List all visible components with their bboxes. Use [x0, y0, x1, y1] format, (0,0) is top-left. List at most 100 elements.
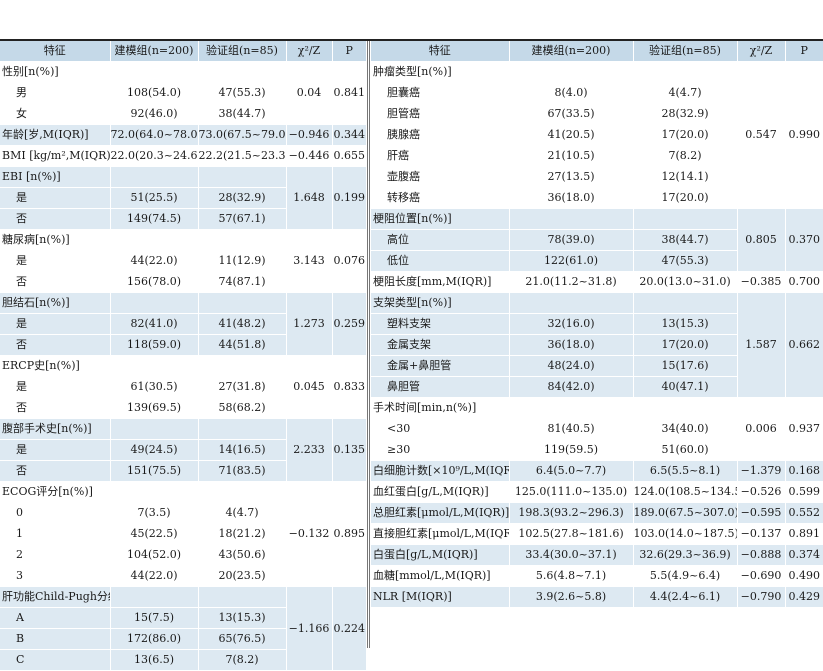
empty-cell [197, 481, 286, 503]
p-value: 0.370 [784, 208, 823, 272]
p-value: 0.937 [784, 397, 823, 461]
empty-cell [632, 649, 737, 671]
empty-cell [197, 586, 286, 608]
group-header-row: 梗阻位置[n(%)] 0.805 0.370 [371, 208, 823, 272]
table-row: NLR [M(IQR)] 3.9(2.6~5.8) 4.4(2.4~6.1) −0.7… [371, 586, 823, 608]
category-label: 金属支架 [371, 334, 509, 356]
empty-cell [109, 586, 198, 608]
statistic-value: 1.648 [285, 166, 332, 230]
statistic-value: 0.547 [736, 61, 785, 209]
validation-value: 38(44.7) [632, 229, 737, 251]
empty-cell [736, 607, 785, 629]
p-value: 0.891 [784, 523, 823, 545]
training-value: 49(24.5) [109, 439, 198, 461]
feature-label: 血糖[mmol/L,M(IQR)] [371, 565, 509, 587]
training-value: 156(78.0) [109, 271, 198, 293]
training-value: 61(30.5) [109, 376, 198, 398]
category-label: 肝癌 [371, 145, 509, 167]
validation-value: 14(16.5) [197, 439, 286, 461]
training-value: 198.3(93.2~296.3) [508, 502, 633, 524]
p-value: 0.841 [331, 61, 366, 125]
p-value: 0.599 [784, 481, 823, 503]
category-label: 否 [0, 460, 110, 482]
empty-cell [632, 208, 737, 230]
category-label: C [0, 649, 110, 671]
p-value: 0.224 [331, 586, 366, 671]
statistic-value: −0.690 [736, 565, 785, 587]
empty-cell [197, 229, 286, 251]
p-value: 0.259 [331, 292, 366, 356]
empty-cell [197, 292, 286, 314]
group-label: 糖尿病[n(%)] [0, 229, 110, 251]
p-value: 0.700 [784, 271, 823, 293]
p-value: 0.135 [331, 418, 366, 482]
training-value: 32(16.0) [508, 313, 633, 335]
empty-cell [197, 355, 286, 377]
validation-value: 28(32.9) [632, 103, 737, 125]
p-value: 0.076 [331, 229, 366, 293]
p-value: 0.168 [784, 460, 823, 482]
category-label: 0 [0, 502, 110, 524]
validation-value: 7(8.2) [632, 145, 737, 167]
statistic-value: 2.233 [285, 418, 332, 482]
empty-cell [197, 418, 286, 440]
feature-label: 血红蛋白[g/L,M(IQR)] [371, 481, 509, 503]
validation-value: 13(15.3) [197, 607, 286, 629]
group-header-row: 手术时间[min,n(%)] 0.006 0.937 [371, 397, 823, 461]
p-value: 0.655 [331, 145, 366, 167]
validation-value: 20.0(13.0~31.0) [632, 271, 737, 293]
validation-value: 103.0(14.0~187.5) [632, 523, 737, 545]
empty-cell [371, 607, 509, 629]
training-value: 81(40.5) [508, 418, 633, 440]
category-label: 壶腹癌 [371, 166, 509, 188]
group-header-row: 腹部手术史[n(%)] 2.233 0.135 [0, 418, 366, 482]
training-value: 102.5(27.8~181.6) [508, 523, 633, 545]
statistic-value: −0.137 [736, 523, 785, 545]
training-value: 8(4.0) [508, 82, 633, 104]
training-value: 33.4(30.0~37.1) [508, 544, 633, 566]
category-label: <30 [371, 418, 509, 440]
header-training-group: 建模组(n=200) [508, 41, 633, 62]
empty-cell [508, 208, 633, 230]
validation-value: 27(31.8) [197, 376, 286, 398]
statistic-value: 0.045 [285, 355, 332, 419]
header-statistic: χ²/Z [285, 41, 332, 62]
empty-cell [736, 628, 785, 650]
header-p-value: P [331, 41, 366, 62]
table-left-body: 特征 建模组(n=200) 验证组(n=85) χ²/Z P 性别[n(%)] 0… [0, 41, 366, 671]
training-value: 172(86.0) [109, 628, 198, 650]
training-value: 104(52.0) [109, 544, 198, 566]
table-right-body: 特征 建模组(n=200) 验证组(n=85) χ²/Z P 肿瘤类型[n(%)… [371, 41, 823, 671]
table-header-row: 特征 建模组(n=200) 验证组(n=85) χ²/Z P [0, 41, 366, 62]
statistic-value: −1.166 [285, 586, 332, 671]
category-label: 2 [0, 544, 110, 566]
training-value: 84(42.0) [508, 376, 633, 398]
validation-value: 47(55.3) [632, 250, 737, 272]
training-value: 119(59.5) [508, 439, 633, 461]
empty-cell [632, 292, 737, 314]
statistic-value: −0.446 [285, 145, 332, 167]
empty-cell [197, 166, 286, 188]
p-value: 0.344 [331, 124, 366, 146]
group-label: 手术时间[min,n(%)] [371, 397, 509, 419]
category-label: 金属+鼻胆管 [371, 355, 509, 377]
category-label: 否 [0, 271, 110, 293]
validation-value: 17(20.0) [632, 334, 737, 356]
validation-value: 74(87.1) [197, 271, 286, 293]
training-value: 48(24.0) [508, 355, 633, 377]
statistic-value: 0.805 [736, 208, 785, 272]
validation-value: 6.5(5.5~8.1) [632, 460, 737, 482]
group-label: 胆结石[n(%)] [0, 292, 110, 314]
validation-value: 18(21.2) [197, 523, 286, 545]
header-validation-group: 验证组(n=85) [197, 41, 286, 62]
category-label: 是 [0, 313, 110, 335]
p-value: 0.990 [784, 61, 823, 209]
training-value: 27(13.5) [508, 166, 633, 188]
empty-cell [109, 355, 198, 377]
p-value: 0.429 [784, 586, 823, 608]
header-p-value: P [784, 41, 823, 62]
table-row: 白蛋白[g/L,M(IQR)] 33.4(30.0~37.1) 32.6(29.3~… [371, 544, 823, 566]
validation-value: 32.6(29.3~36.9) [632, 544, 737, 566]
feature-label: 白蛋白[g/L,M(IQR)] [371, 544, 509, 566]
training-value: 108(54.0) [109, 82, 198, 104]
